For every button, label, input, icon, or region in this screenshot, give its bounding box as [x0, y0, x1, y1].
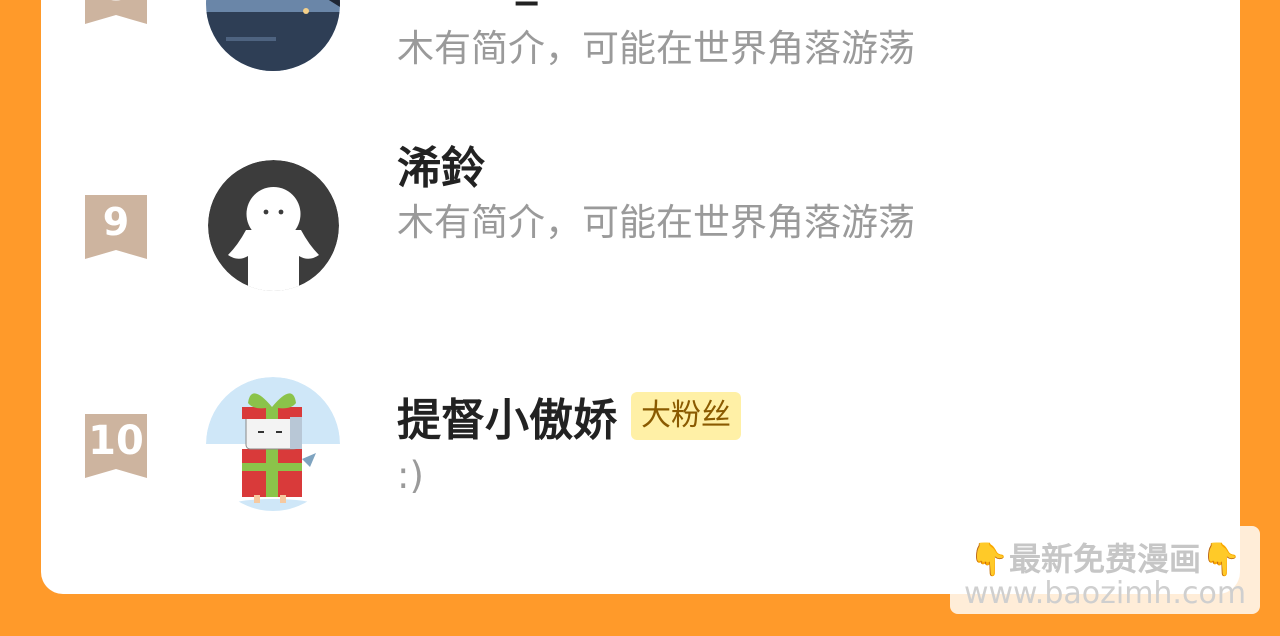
site-watermark: 👇最新免费漫画👇 www.baozimh.com: [950, 526, 1260, 614]
pointing-hand-icon: 👇: [1201, 540, 1241, 578]
fan-name[interactable]: 浠鈴: [397, 132, 485, 196]
fan-level-badge: 大粉丝: [631, 392, 741, 440]
fan-name[interactable]: 提督小傲娇 大粉丝: [397, 384, 741, 448]
watermark-url: www.baozimh.com: [963, 576, 1247, 611]
rank-badge: 8: [85, 0, 147, 24]
photo-avatar-icon[interactable]: [206, 0, 340, 71]
fan-bio: 木有简介，可能在世界角落游荡: [397, 27, 915, 70]
fan-row[interactable]: 10 提督小傲娇 大粉丝:): [41, 370, 1240, 511]
fan-name-text: 浠鈴: [397, 143, 485, 194]
fan-bio: :): [397, 454, 424, 497]
fan-ranking-card: 8 猫 … _ … ☺ 木有简介，可能在世界角落游荡 9: [41, 0, 1240, 594]
fan-bio: 木有简介，可能在世界角落游荡: [397, 201, 915, 244]
rank-badge: 9: [85, 195, 147, 259]
gift-box-avatar-icon[interactable]: [206, 377, 340, 511]
pointing-hand-icon: 👇: [969, 540, 1009, 578]
watermark-title: 👇最新免费漫画👇: [969, 540, 1241, 578]
fan-name-text: 猫 … _ … ☺: [397, 0, 658, 8]
default-avatar-icon[interactable]: [208, 160, 339, 291]
rank-badge: 10: [85, 414, 147, 478]
fan-name[interactable]: 猫 … _ … ☺: [397, 0, 658, 8]
fan-row[interactable]: 9 浠鈴 木有简介，可能在世界角落游荡: [41, 143, 1240, 291]
fan-row[interactable]: 8 猫 … _ … ☺ 木有简介，可能在世界角落游荡: [41, 0, 1240, 71]
fan-name-text: 提督小傲娇: [397, 395, 617, 446]
